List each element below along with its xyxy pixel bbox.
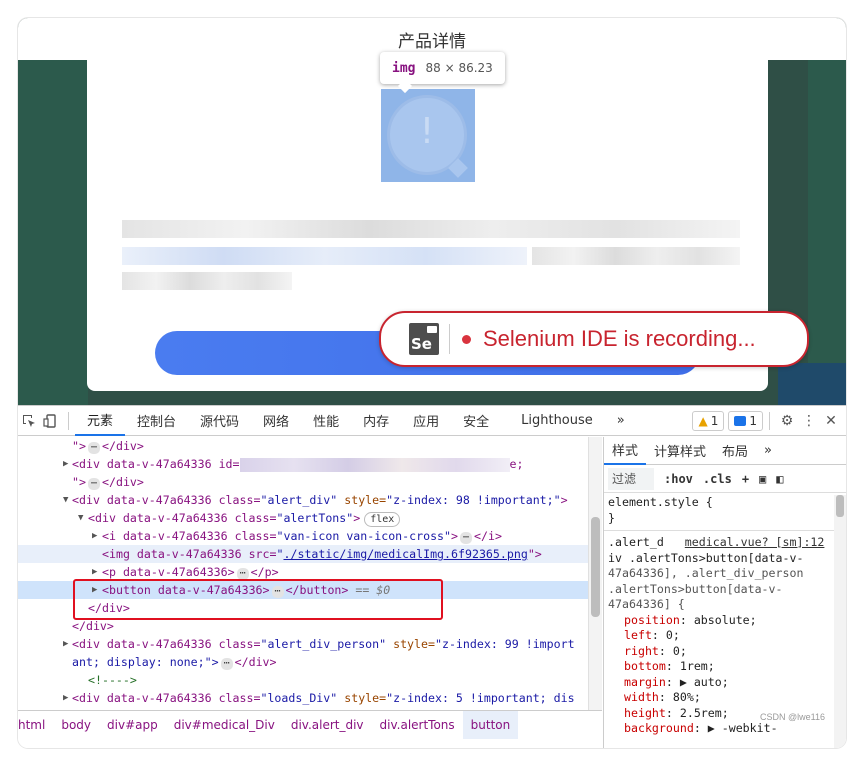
element-style-rule[interactable]: element.style { <box>604 495 834 511</box>
recording-message: Selenium IDE is recording... <box>483 326 756 351</box>
rule-selector[interactable]: .alert_d medical.vue? [sm]:12 <box>604 535 834 551</box>
css-property[interactable]: background: ▶ -webkit- <box>604 721 834 737</box>
tab-security[interactable]: 安全 <box>451 406 501 436</box>
devtools-panel: 元素 控制台 源代码 网络 性能 内存 应用 安全 Lighthouse » ▲… <box>18 405 846 748</box>
styles-filter-input[interactable]: 过滤 <box>608 467 654 490</box>
blurred-text-line <box>122 272 292 290</box>
paint-icon[interactable]: ▣ <box>759 472 766 486</box>
breadcrumb: html body div#app div#medical_Div div.al… <box>18 710 602 739</box>
more-tabs-button[interactable]: » <box>605 406 637 436</box>
css-property[interactable]: margin: ▶ auto; <box>604 675 834 691</box>
css-property[interactable]: left: 0; <box>604 628 834 644</box>
dom-node-loads-div[interactable]: ▶ <div data-v-47a64336 class="loads_Div"… <box>18 689 602 707</box>
cls-toggle[interactable]: .cls <box>703 472 732 486</box>
styles-tabbar: 样式 计算样式 布局 » <box>604 437 846 465</box>
css-property[interactable]: position: absolute; <box>604 613 834 629</box>
devtools-tabbar: 元素 控制台 源代码 网络 性能 内存 应用 安全 Lighthouse » ▲… <box>18 406 846 436</box>
crumb-alert-tons[interactable]: div.alertTons <box>372 711 463 739</box>
tooltip-tag: img <box>392 60 416 76</box>
inspect-element-icon[interactable] <box>18 410 40 432</box>
dom-node[interactable]: ant; display: none;"> ⋯ </div> <box>18 653 602 671</box>
backdrop-right-lower <box>778 363 846 405</box>
warnings-badge[interactable]: ▲ 1 <box>692 410 725 431</box>
css-property[interactable]: bottom: 1rem; <box>604 659 834 675</box>
crumb-button[interactable]: button <box>462 710 519 739</box>
dom-node[interactable]: ▶ <i data-v-47a64336 class="van-icon van… <box>18 527 602 545</box>
tab-styles[interactable]: 样式 <box>604 437 647 465</box>
dom-node[interactable]: ▶ <div data-v-47a64336 id= e; <box>18 455 602 473</box>
selenium-recording-banner: Se Selenium IDE is recording... <box>379 311 809 367</box>
tab-network[interactable]: 网络 <box>251 406 301 436</box>
tab-console[interactable]: 控制台 <box>125 406 188 436</box>
warning-icon: ▲ <box>698 413 708 428</box>
css-property[interactable]: right: 0; <box>604 644 834 660</box>
dom-scrollbar[interactable] <box>588 437 602 710</box>
backdrop-left <box>18 60 88 405</box>
settings-gear-icon[interactable]: ⚙ <box>776 410 798 432</box>
dom-tree: "> ⋯ </div> ▶ <div data-v-47a64336 id= e; "… <box>18 437 602 710</box>
dom-node[interactable]: "> ⋯ </div> <box>18 473 602 491</box>
styles-rules: element.style { } .alert_d medical.vue? … <box>604 495 834 737</box>
more-options-icon[interactable]: ⋮ <box>798 410 820 432</box>
crumb-medical-div[interactable]: div#medical_Div <box>166 711 283 739</box>
blurred-text-line <box>532 247 740 265</box>
tab-elements[interactable]: 元素 <box>75 406 126 436</box>
flex-badge[interactable]: flex <box>364 512 401 527</box>
hov-toggle[interactable]: :hov <box>664 472 693 486</box>
crumb-alert-div[interactable]: div.alert_div <box>283 711 372 739</box>
page-viewport: 产品详情 ! img 88 × 86.23 Se Selenium IDE is… <box>18 18 846 405</box>
new-rule-icon[interactable]: + <box>742 472 749 486</box>
highlight-annotation-box <box>73 579 443 620</box>
tab-lighthouse[interactable]: Lighthouse <box>501 406 605 436</box>
redacted-id <box>239 457 510 472</box>
messages-badge[interactable]: 1 <box>728 410 763 431</box>
tab-application[interactable]: 应用 <box>401 406 451 436</box>
device-toolbar-icon[interactable] <box>40 410 62 432</box>
tab-computed[interactable]: 计算样式 <box>646 437 714 465</box>
crumb-app[interactable]: div#app <box>99 711 166 739</box>
dom-node[interactable]: "> ⋯ </div> <box>18 437 602 455</box>
screenshot-frame: 产品详情 ! img 88 × 86.23 Se Selenium IDE is… <box>18 18 846 748</box>
sidebar-toggle-icon[interactable]: ◧ <box>776 472 783 486</box>
dom-node-alert-tons[interactable]: ▼ <div data-v-47a64336 class="alertTons"… <box>18 509 602 527</box>
crumb-html[interactable]: html <box>18 711 53 739</box>
close-devtools-icon[interactable]: ✕ <box>820 410 842 432</box>
crumb-body[interactable]: body <box>53 711 99 739</box>
medical-image-highlight[interactable]: ! <box>381 89 475 182</box>
tab-layout[interactable]: 布局 <box>714 437 756 465</box>
tab-sources[interactable]: 源代码 <box>188 406 251 436</box>
recording-dot-icon <box>462 334 471 344</box>
dom-node-alert-div-person[interactable]: ▶ <div data-v-47a64336 class="alert_div_… <box>18 635 602 653</box>
blurred-link-line <box>122 247 527 265</box>
styles-more-button[interactable]: » <box>756 437 780 465</box>
inspect-tooltip: img 88 × 86.23 <box>380 52 505 94</box>
dom-node-alert-div[interactable]: ▼ <div data-v-47a64336 class="alert_div"… <box>18 491 602 509</box>
backdrop-right <box>808 60 846 405</box>
tab-memory[interactable]: 内存 <box>351 406 401 436</box>
styles-scrollbar[interactable] <box>834 495 846 748</box>
message-icon <box>734 415 747 426</box>
page-title: 产品详情 <box>398 31 466 52</box>
dom-node-img[interactable]: <img data-v-47a64336 src="./static/img/m… <box>18 545 602 563</box>
styles-pane: 样式 计算样式 布局 » 过滤 :hov .cls + ▣ ◧ element.… <box>603 437 846 748</box>
tooltip-dimensions: 88 × 86.23 <box>425 61 493 75</box>
tab-performance[interactable]: 性能 <box>301 406 351 436</box>
css-property[interactable]: width: 80%; <box>604 690 834 706</box>
watermark: CSDN @lwe116 <box>760 712 825 722</box>
styles-filter-bar: 过滤 :hov .cls + ▣ ◧ <box>604 465 846 493</box>
blurred-text-line <box>122 220 740 238</box>
rule-source-link: medical.vue? [sm]:12 <box>684 535 825 549</box>
selenium-ide-logo-icon: Se <box>409 323 439 355</box>
dom-comment[interactable]: <!----> <box>18 671 602 689</box>
